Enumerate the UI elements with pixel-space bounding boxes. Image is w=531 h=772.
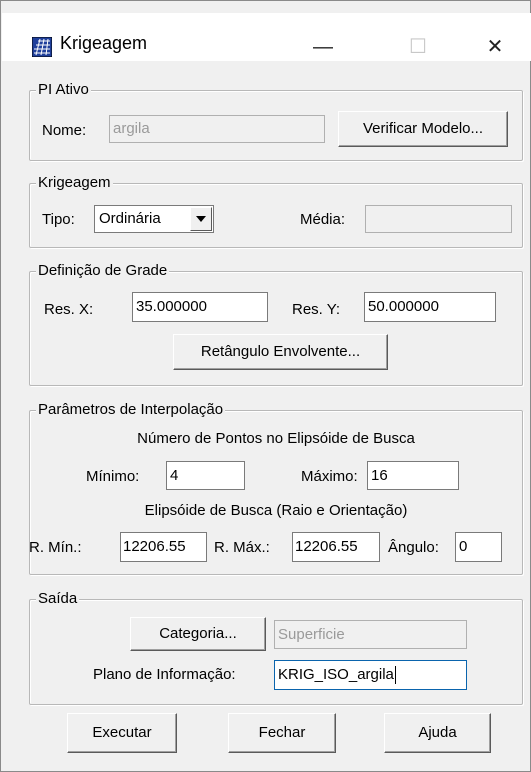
- nome-label: Nome:: [42, 122, 87, 139]
- krigeagem-dialog: Krigeagem — ☐ ✕ PI Ativo Nome: argila Ve…: [0, 0, 531, 772]
- interpolacao-group: Parâmetros de Interpolação Número de Pon…: [29, 401, 523, 575]
- pi-ativo-legend: PI Ativo: [36, 81, 91, 99]
- tipo-select[interactable]: Ordinária: [94, 205, 214, 233]
- tipo-label: Tipo:: [42, 211, 75, 228]
- window-title: Krigeagem: [60, 33, 148, 53]
- retangulo-envolvente-button[interactable]: Retângulo Envolvente...: [173, 334, 388, 370]
- rmin-label: R. Mín.:: [29, 539, 82, 556]
- rmin-field[interactable]: 12206.55: [120, 532, 207, 562]
- verificar-modelo-button[interactable]: Verificar Modelo...: [338, 111, 508, 147]
- chevron-down-icon[interactable]: [190, 207, 212, 231]
- krigeagem-legend: Krigeagem: [36, 174, 113, 192]
- saida-group: Saída Categoria... Superficie Plano de I…: [29, 590, 523, 705]
- resy-field[interactable]: 50.000000: [364, 292, 496, 322]
- minimize-button[interactable]: —: [300, 25, 346, 69]
- grid-app-icon: [32, 37, 52, 57]
- rmax-label: R. Máx.:: [214, 539, 270, 556]
- close-button[interactable]: ✕: [472, 25, 518, 69]
- nome-field: argila: [109, 115, 325, 143]
- categoria-button[interactable]: Categoria...: [130, 617, 266, 651]
- media-field: [365, 205, 512, 233]
- minimo-label: Mínimo:: [86, 468, 140, 485]
- pontos-heading: Número de Pontos no Elipsóide de Busca: [137, 430, 415, 447]
- fechar-button[interactable]: Fechar: [228, 713, 336, 753]
- grade-group: Definição de Grade Res. X: 35.000000 Res…: [29, 262, 523, 386]
- resy-label: Res. Y:: [292, 301, 341, 318]
- saida-legend: Saída: [36, 590, 80, 608]
- resx-field[interactable]: 35.000000: [132, 292, 268, 322]
- executar-button[interactable]: Executar: [67, 713, 177, 753]
- tipo-select-value: Ordinária: [99, 210, 161, 227]
- interpolacao-legend: Parâmetros de Interpolação: [36, 401, 226, 419]
- plano-field[interactable]: KRIG_ISO_argila: [274, 660, 467, 690]
- ajuda-button[interactable]: Ajuda: [384, 713, 491, 753]
- grade-legend: Definição de Grade: [36, 262, 170, 280]
- maximize-button[interactable]: ☐: [395, 25, 441, 69]
- angulo-label: Ângulo:: [388, 539, 439, 556]
- krigeagem-group: Krigeagem Tipo: Ordinária Média:: [29, 174, 523, 248]
- plano-label: Plano de Informação:: [93, 666, 236, 683]
- minimo-field[interactable]: 4: [166, 461, 245, 490]
- plano-field-value: KRIG_ISO_argila: [278, 666, 394, 683]
- maximo-label: Máximo:: [301, 468, 358, 485]
- title-bar[interactable]: Krigeagem — ☐ ✕: [2, 13, 531, 61]
- media-label: Média:: [300, 211, 346, 228]
- pi-ativo-group: PI Ativo Nome: argila Verificar Modelo..…: [29, 81, 523, 161]
- rmax-field[interactable]: 12206.55: [292, 532, 380, 562]
- maximo-field[interactable]: 16: [367, 461, 459, 490]
- elipsoide-heading: Elipsóide de Busca (Raio e Orientação): [144, 502, 408, 519]
- text-caret: [394, 666, 396, 685]
- resx-label: Res. X:: [44, 301, 94, 318]
- categoria-field: Superficie: [274, 620, 467, 649]
- angulo-field[interactable]: 0: [455, 532, 502, 562]
